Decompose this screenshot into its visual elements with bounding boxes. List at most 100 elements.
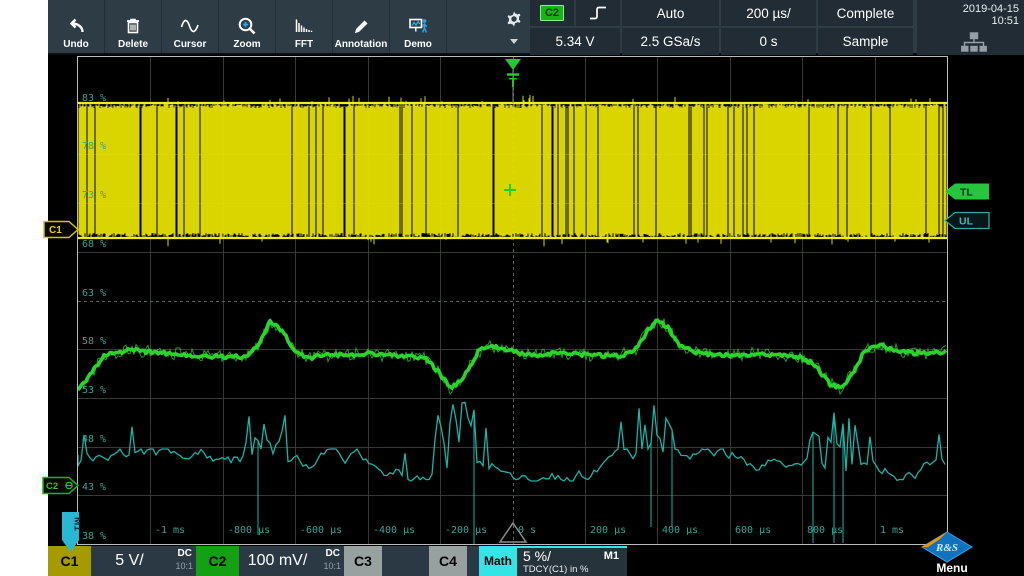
vertical-scale-label: 53 % [82, 385, 106, 396]
toolbar-button-zoom[interactable]: Zoom [219, 0, 276, 53]
rohde-schwarz-logo: R&S [920, 531, 974, 563]
toolbar-button-annotation[interactable]: Annotation [333, 0, 390, 53]
channel-scale: 100 mV/ [239, 546, 316, 576]
demo-presenter-icon [407, 16, 429, 36]
math-scale: 5 %/ [523, 548, 551, 564]
channel-badge-c3[interactable]: C3 [344, 546, 382, 576]
svg-text:C1: C1 [49, 225, 62, 236]
vertical-scale-label: 78 % [82, 141, 106, 152]
time-scale-label: -400 µs [373, 525, 415, 536]
time-scale-label: 200 µs [590, 525, 626, 536]
trigger-level-cell[interactable]: 5.34 V [530, 28, 620, 55]
vertical-scale-label: 48 % [82, 434, 106, 445]
sample-rate-cell[interactable]: 2.5 GSa/s [622, 28, 719, 55]
rising-edge-icon [587, 5, 609, 21]
toolbar-button-cursor[interactable]: Cursor [162, 0, 219, 53]
time-scale-label: 1 ms [880, 525, 904, 536]
svg-text:R&S: R&S [935, 542, 958, 554]
trigger-source-cell[interactable]: C2 [530, 0, 574, 26]
coupling-label: DC [326, 549, 340, 559]
time-scale-label: 400 µs [662, 525, 698, 536]
coupling-label: DC [178, 549, 192, 559]
horizontal-position-cell[interactable]: 0 s [721, 28, 816, 55]
acquisition-mode-cell[interactable]: Sample [818, 28, 913, 55]
svg-text:UL: UL [959, 216, 974, 228]
channel-panel-c2[interactable]: 100 mV/DC 10:1 [239, 546, 344, 576]
vertical-scale-label: 38 % [82, 531, 106, 542]
svg-text:TL: TL [960, 187, 973, 199]
toolbar-button-undo[interactable]: Undo [48, 0, 105, 53]
vertical-scale-label: 83 % [82, 93, 106, 104]
trigger-level-tag[interactable]: TL [944, 182, 990, 201]
date-label: 2019-04-15 [922, 3, 1019, 15]
caret-down-icon [510, 39, 518, 44]
acquisition-status-cell[interactable]: Complete [818, 0, 913, 26]
vertical-scale-label: 63 % [82, 288, 106, 299]
channel-scale: 5 V/ [91, 546, 168, 576]
user-level-tag[interactable]: UL [944, 211, 990, 230]
time-scale-label: 800 µs [807, 525, 843, 536]
svg-text:C2: C2 [46, 481, 58, 492]
trigger-position-marker[interactable]: T [505, 59, 521, 103]
status-grid: C2 Auto200 µs/Complete 5.34 V2.5 GSa/s0 sS… [530, 0, 915, 55]
c1-level-tag[interactable]: C1 [43, 220, 80, 239]
math-badge[interactable]: Math [479, 546, 517, 576]
toolbar-button-label: Annotation [335, 39, 388, 50]
vertical-scale-label: 68 % [82, 239, 106, 250]
settings-gear-button[interactable] [503, 10, 525, 50]
trigger-source-badge: C2 [540, 5, 564, 21]
trigger-slope-cell[interactable] [576, 0, 620, 26]
channel-bar: C15 V/DC10:1C2100 mV/DC10:1C3C4Math5 %/T… [48, 545, 1024, 576]
toolbar-button-label: Demo [404, 39, 432, 50]
time-scale-label: 0 s [518, 525, 536, 536]
math-reference-label: M1 [604, 550, 619, 562]
toolbar-button-delete[interactable]: Delete [105, 0, 162, 53]
svg-text:T: T [509, 75, 517, 90]
time-scale-label: -1 ms [155, 525, 185, 536]
time-scale-label: -200 µs [445, 525, 487, 536]
c2-waveform [78, 318, 946, 394]
channel-badge-c2[interactable]: C2 [196, 546, 239, 576]
oscilloscope-screen: Undo Delete Cursor Zoom FFT Annotation Demo C2… [48, 0, 1024, 576]
channel-panel-c1[interactable]: 5 V/DC 10:1 [91, 546, 196, 576]
timebase-cell[interactable]: 200 µs/ [721, 0, 816, 26]
menu-button[interactable]: Menu [926, 561, 978, 575]
toolbar-button-fft[interactable]: FFT [276, 0, 333, 53]
trash-icon [122, 16, 144, 36]
channel-panel-c3[interactable] [382, 546, 429, 576]
fft-bars-icon [293, 16, 315, 36]
time-scale-label: -600 µs [300, 525, 342, 536]
trigger-mode-cell[interactable]: Auto [622, 0, 719, 26]
m1-math-waveform [78, 402, 945, 544]
cursor-wave-icon [179, 16, 201, 36]
time-scale-label: 600 µs [735, 525, 771, 536]
math-expression: TDCY(C1) in % [523, 564, 588, 575]
datetime-panel: 2019-04-15 10:51 [917, 0, 1024, 55]
toolbar-button-label: Undo [63, 39, 89, 50]
toolbar-button-label: Zoom [233, 39, 260, 50]
m1-reference-tag[interactable]: M1 [61, 511, 80, 553]
network-icon [961, 32, 987, 52]
channel-badge-c4[interactable]: C4 [429, 546, 467, 576]
math-panel[interactable]: 5 %/TDCY(C1) in % M1 [517, 546, 627, 576]
time-scale-label: -800 µs [228, 525, 270, 536]
time-label: 10:51 [922, 15, 1019, 27]
vertical-scale-label: 43 % [82, 482, 106, 493]
probe-ratio-label: 10:1 [175, 561, 193, 571]
screenshot-root: { "toolbar": { "buttons": [ {"label": "U… [0, 0, 1024, 576]
probe-ratio-label: 10:1 [323, 561, 341, 571]
toolbar-button-label: Cursor [174, 39, 207, 50]
toolbar-button-label: Delete [118, 39, 148, 50]
svg-text:M1: M1 [72, 517, 81, 531]
zoom-magnifier-icon [236, 16, 258, 36]
c2-ground-tag[interactable]: C2 [42, 476, 80, 495]
vertical-scale-label: 73 % [82, 190, 106, 201]
undo-icon [65, 16, 87, 36]
waveform-display[interactable]: T 83 % 78 % 73 % 68 % 63 % 58 % 53 % 48 % 43 % 38… [77, 56, 948, 545]
toolbar-button-label: FFT [295, 39, 313, 50]
gear-icon [505, 10, 523, 28]
annotation-pencil-icon [350, 16, 372, 36]
toolbar-button-demo[interactable]: Demo [390, 0, 447, 53]
vertical-scale-label: 58 % [82, 336, 106, 347]
c1-waveform [78, 95, 947, 246]
